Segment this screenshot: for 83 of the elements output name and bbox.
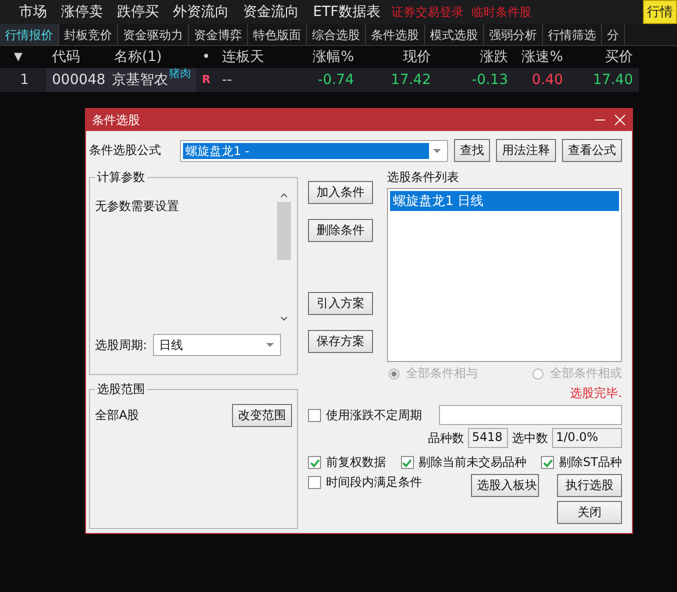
change-scope-button[interactable]: 改变范围 bbox=[232, 404, 292, 427]
field-label: 选中数 bbox=[512, 430, 548, 446]
action-button[interactable]: 选股入板块 bbox=[471, 474, 539, 497]
tab[interactable]: 行情报价 bbox=[0, 24, 59, 45]
table-cell: 17.40 bbox=[569, 68, 639, 92]
menu-item[interactable]: ETF数据表 bbox=[306, 3, 388, 21]
menu-item[interactable]: 涨停卖 bbox=[54, 3, 110, 21]
stock-name: 京基智农 bbox=[112, 71, 168, 90]
tab[interactable]: 行情筛选 bbox=[543, 24, 602, 45]
column-header[interactable]: 名称(1) bbox=[108, 46, 196, 68]
field-label: 条件选股公式 bbox=[89, 142, 162, 159]
sector-tag: 猪肉 bbox=[169, 68, 191, 80]
quote-button[interactable]: 行情 bbox=[643, 0, 677, 24]
column-header[interactable]: • bbox=[196, 46, 216, 68]
formula-button[interactable]: 查看公式 bbox=[562, 139, 622, 162]
scrollbar[interactable] bbox=[276, 192, 292, 322]
table-cell: -0.13 bbox=[437, 68, 514, 92]
tab[interactable]: 强弱分析 bbox=[484, 24, 543, 45]
sort-marker[interactable]: ▼ bbox=[0, 46, 46, 68]
params-text: 无参数需要设置 bbox=[95, 198, 180, 215]
count-field: 5418 bbox=[468, 428, 508, 448]
window-title: 条件选股 bbox=[92, 112, 140, 128]
action-button[interactable]: 关闭 bbox=[557, 501, 622, 524]
table-cell: 0.40 bbox=[514, 68, 569, 92]
tab[interactable]: 分 bbox=[602, 24, 625, 45]
column-header[interactable]: 涨速% bbox=[514, 46, 569, 68]
action-button[interactable]: 引入方案 bbox=[308, 292, 374, 315]
formula-dropdown[interactable]: 螺旋盘龙1 - bbox=[180, 140, 448, 162]
checkbox[interactable]: 剔除ST品种 bbox=[541, 454, 622, 471]
tab[interactable]: 资金驱动力 bbox=[118, 24, 189, 45]
tab[interactable]: 综合选股 bbox=[307, 24, 366, 45]
menu-item[interactable]: 资金流向 bbox=[236, 3, 306, 21]
scope-text: 全部A股 bbox=[95, 407, 140, 424]
selected-count-field: 1/0.0% bbox=[552, 428, 622, 448]
menu-item[interactable]: 跌停买 bbox=[110, 3, 166, 21]
menu-item[interactable]: 外资流向 bbox=[166, 3, 236, 21]
column-header[interactable]: 代码 bbox=[46, 46, 108, 68]
menu-link[interactable]: 临时条件股 bbox=[467, 4, 536, 20]
period-dropdown[interactable]: 日线 bbox=[153, 334, 282, 356]
tab[interactable]: 模式选股 bbox=[425, 24, 484, 45]
caret-icon bbox=[432, 148, 442, 154]
action-button[interactable]: 保存方案 bbox=[308, 330, 374, 353]
field-label: 选股周期: bbox=[95, 336, 148, 354]
checkbox[interactable]: 时间段内满足条件 bbox=[308, 474, 422, 491]
row-number: 1 bbox=[0, 68, 46, 92]
table-cell: 000048 bbox=[46, 68, 108, 92]
tab[interactable]: 条件选股 bbox=[366, 24, 425, 45]
column-header[interactable]: 涨跌 bbox=[437, 46, 514, 68]
field-label: 品种数 bbox=[428, 430, 464, 446]
input-field[interactable] bbox=[439, 405, 622, 425]
check-icon bbox=[542, 458, 553, 468]
caret-icon bbox=[265, 342, 276, 348]
scroll-up-icon[interactable] bbox=[279, 192, 290, 198]
table-cell: -0.74 bbox=[282, 68, 360, 92]
action-button[interactable]: 加入条件 bbox=[308, 181, 374, 204]
action-button[interactable]: 执行选股 bbox=[557, 474, 622, 497]
flag-marker: R bbox=[196, 68, 216, 92]
tab[interactable]: 资金博弈 bbox=[189, 24, 248, 45]
checkbox[interactable]: 前复权数据 bbox=[308, 454, 386, 471]
tab[interactable]: 特色版面 bbox=[248, 24, 307, 45]
tab[interactable]: 封板竞价 bbox=[59, 24, 118, 45]
list-title: 选股条件列表 bbox=[387, 169, 460, 186]
table-cell: 17.42 bbox=[360, 68, 437, 92]
check-icon bbox=[402, 458, 412, 468]
status-text: 选股完毕. bbox=[570, 385, 622, 402]
scroll-down-icon[interactable] bbox=[279, 316, 290, 322]
checkbox[interactable]: 使用涨跌不定周期 bbox=[308, 406, 422, 424]
close-icon[interactable] bbox=[614, 114, 626, 126]
menu-link[interactable]: 证券交易登录 bbox=[387, 4, 468, 20]
column-header[interactable]: 买价 bbox=[569, 46, 639, 68]
column-header[interactable]: 涨幅% bbox=[282, 46, 360, 68]
table-cell: -- bbox=[216, 68, 282, 92]
action-button[interactable]: 删除条件 bbox=[308, 219, 374, 242]
group-title: 选股范围 bbox=[96, 381, 146, 398]
group-title: 计算参数 bbox=[96, 169, 146, 186]
column-header[interactable]: 连板天 bbox=[216, 46, 282, 68]
column-header[interactable]: 现价 bbox=[360, 46, 437, 68]
checkbox[interactable]: 剔除当前未交易品种 bbox=[400, 454, 527, 471]
list-item[interactable]: 螺旋盘龙1 日线 bbox=[390, 191, 619, 211]
check-icon bbox=[310, 458, 320, 468]
formula-button[interactable]: 查找 bbox=[454, 139, 490, 162]
formula-button[interactable]: 用法注释 bbox=[496, 139, 556, 162]
menu-item[interactable]: 市场 bbox=[12, 3, 54, 21]
